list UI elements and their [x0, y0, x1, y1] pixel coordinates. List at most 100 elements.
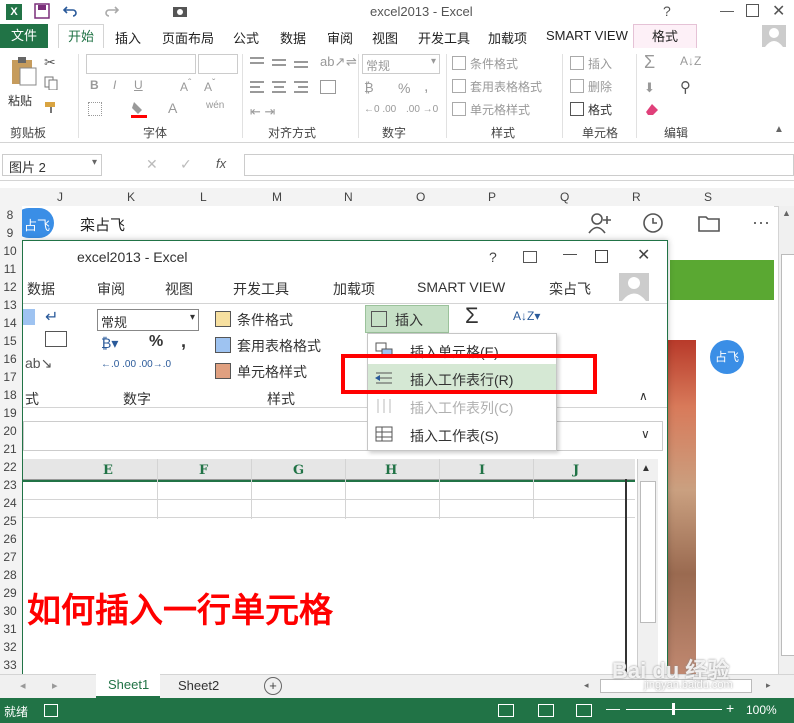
inner-cell-style-button[interactable]: 单元格样式: [237, 362, 307, 382]
font-size-box[interactable]: [198, 54, 238, 74]
column-letter[interactable]: L: [200, 190, 207, 204]
inner-ribbon-display-icon[interactable]: [523, 251, 537, 263]
row-number[interactable]: 29: [0, 586, 20, 600]
cell-style-button[interactable]: 单元格样式: [470, 101, 530, 118]
row-number[interactable]: 22: [0, 460, 20, 474]
comma-icon[interactable]: ,: [424, 78, 428, 96]
page-layout-view-icon[interactable]: [538, 704, 554, 717]
tab-format[interactable]: 格式: [633, 24, 697, 50]
inner-close-icon[interactable]: ✕: [637, 245, 650, 265]
inner-cond-format-button[interactable]: 条件格式: [237, 310, 293, 330]
font-shrink-icon[interactable]: Aˇ: [204, 78, 215, 94]
row-number[interactable]: 16: [0, 352, 20, 366]
insert-button[interactable]: 插入: [588, 55, 612, 72]
inner-formula-expand-icon[interactable]: ∨: [641, 427, 650, 441]
inner-percent-icon[interactable]: %: [149, 333, 163, 351]
inner-number-format-select[interactable]: 常规 ▾: [97, 309, 199, 331]
hscroll-right-icon[interactable]: ▸: [766, 680, 771, 691]
row-number[interactable]: 25: [0, 514, 20, 528]
inner-column-letter[interactable]: H: [385, 463, 397, 478]
cancel-icon[interactable]: ✕: [146, 156, 158, 173]
user-avatar[interactable]: [762, 25, 786, 47]
decrease-decimal-icon[interactable]: .00 →0: [406, 104, 438, 115]
row-number[interactable]: 15: [0, 334, 20, 348]
chat-avatar-left[interactable]: 占飞: [22, 208, 54, 238]
inner-insert-button[interactable]: 插入: [395, 310, 423, 330]
row-number[interactable]: 32: [0, 640, 20, 654]
add-user-icon[interactable]: [588, 212, 612, 234]
chat-avatar-right[interactable]: 占飞: [710, 340, 744, 374]
tab-home[interactable]: 开始: [58, 24, 104, 50]
name-box[interactable]: 图片 2 ▾: [2, 154, 102, 176]
tab-smart-view[interactable]: SMART VIEW: [546, 28, 628, 43]
clear-icon[interactable]: [644, 102, 660, 116]
row-number[interactable]: 19: [0, 406, 20, 420]
inner-formula-box[interactable]: [23, 421, 663, 451]
page-break-view-icon[interactable]: [576, 704, 592, 717]
inner-column-letter[interactable]: G: [293, 463, 304, 478]
phonetic-icon[interactable]: wén: [206, 100, 224, 111]
row-number[interactable]: 26: [0, 532, 20, 546]
row-number[interactable]: 10: [0, 244, 20, 258]
wrap-text-icon[interactable]: ⇌: [346, 54, 357, 70]
conditional-format-button[interactable]: 条件格式: [470, 55, 518, 72]
zoom-out-icon[interactable]: —: [606, 700, 620, 716]
sheet-tab-sheet2[interactable]: Sheet2: [166, 675, 230, 697]
fill-color-icon[interactable]: [130, 100, 148, 118]
row-number[interactable]: 23: [0, 478, 20, 492]
inner-autosum-icon[interactable]: Σ: [465, 303, 479, 329]
inner-decimal-icons[interactable]: ←.0 .00 .00→.0: [101, 359, 171, 370]
sheet-tab-sheet1[interactable]: Sheet1: [96, 674, 160, 698]
folder-icon[interactable]: [698, 214, 720, 232]
zoom-in-icon[interactable]: +: [726, 700, 734, 716]
help-icon[interactable]: ?: [663, 3, 671, 19]
enter-icon[interactable]: ✓: [180, 156, 192, 173]
inner-scroll-thumb[interactable]: [640, 481, 656, 623]
align-left-icon[interactable]: [250, 80, 310, 94]
inner-collapse-icon[interactable]: ∧: [639, 389, 648, 403]
row-number[interactable]: 17: [0, 370, 20, 384]
inner-merge-icon[interactable]: [45, 331, 67, 347]
font-grow-icon[interactable]: Aˆ: [180, 78, 191, 94]
column-letter[interactable]: P: [488, 190, 496, 204]
increase-decimal-icon[interactable]: ←0 .00: [364, 104, 396, 115]
camera-icon[interactable]: [172, 4, 188, 18]
row-number[interactable]: 30: [0, 604, 20, 618]
fill-icon[interactable]: ⬇: [644, 80, 655, 96]
align-top-icon[interactable]: [250, 56, 310, 70]
tab-formulas[interactable]: 公式: [233, 28, 259, 47]
save-icon[interactable]: [34, 3, 50, 19]
inner-column-letter[interactable]: J: [573, 463, 579, 478]
hscroll-left-icon[interactable]: ◂: [584, 680, 589, 691]
maximize-icon[interactable]: [746, 4, 759, 17]
borders-icon[interactable]: [88, 102, 102, 116]
tab-insert[interactable]: 插入: [115, 28, 141, 47]
history-icon[interactable]: [642, 212, 664, 234]
scroll-thumb[interactable]: [781, 254, 794, 656]
tab-review[interactable]: 审阅: [327, 28, 353, 47]
format-button[interactable]: 格式: [588, 101, 612, 118]
number-format-select[interactable]: 常规 ▾: [362, 54, 440, 74]
inner-help-icon[interactable]: ?: [489, 249, 497, 265]
inner-sort-icon[interactable]: A↓Z▾: [513, 309, 540, 323]
tab-page-layout[interactable]: 页面布局: [162, 28, 214, 47]
sheet-nav-prev-icon[interactable]: ◂: [20, 679, 26, 692]
inner-maximize-icon[interactable]: [595, 250, 608, 263]
add-sheet-icon[interactable]: +: [264, 677, 282, 695]
paste-label[interactable]: 粘贴: [8, 92, 32, 109]
column-letter[interactable]: R: [632, 190, 641, 204]
row-number[interactable]: 28: [0, 568, 20, 582]
inner-tab-data[interactable]: 数据: [27, 279, 55, 299]
inner-tab-view[interactable]: 视图: [165, 279, 193, 299]
paste-icon[interactable]: [8, 56, 38, 86]
column-letter[interactable]: O: [416, 190, 425, 204]
format-painter-icon[interactable]: [44, 100, 58, 114]
macro-record-icon[interactable]: [44, 704, 58, 717]
inner-scroll-up-icon[interactable]: ▲: [641, 463, 651, 474]
indent-icon[interactable]: ⇤ ⇥: [250, 104, 275, 120]
row-number[interactable]: 13: [0, 298, 20, 312]
tab-developer[interactable]: 开发工具: [418, 28, 470, 47]
row-number[interactable]: 21: [0, 442, 20, 456]
tab-file[interactable]: 文件: [0, 24, 48, 48]
redo-icon[interactable]: [104, 3, 120, 19]
